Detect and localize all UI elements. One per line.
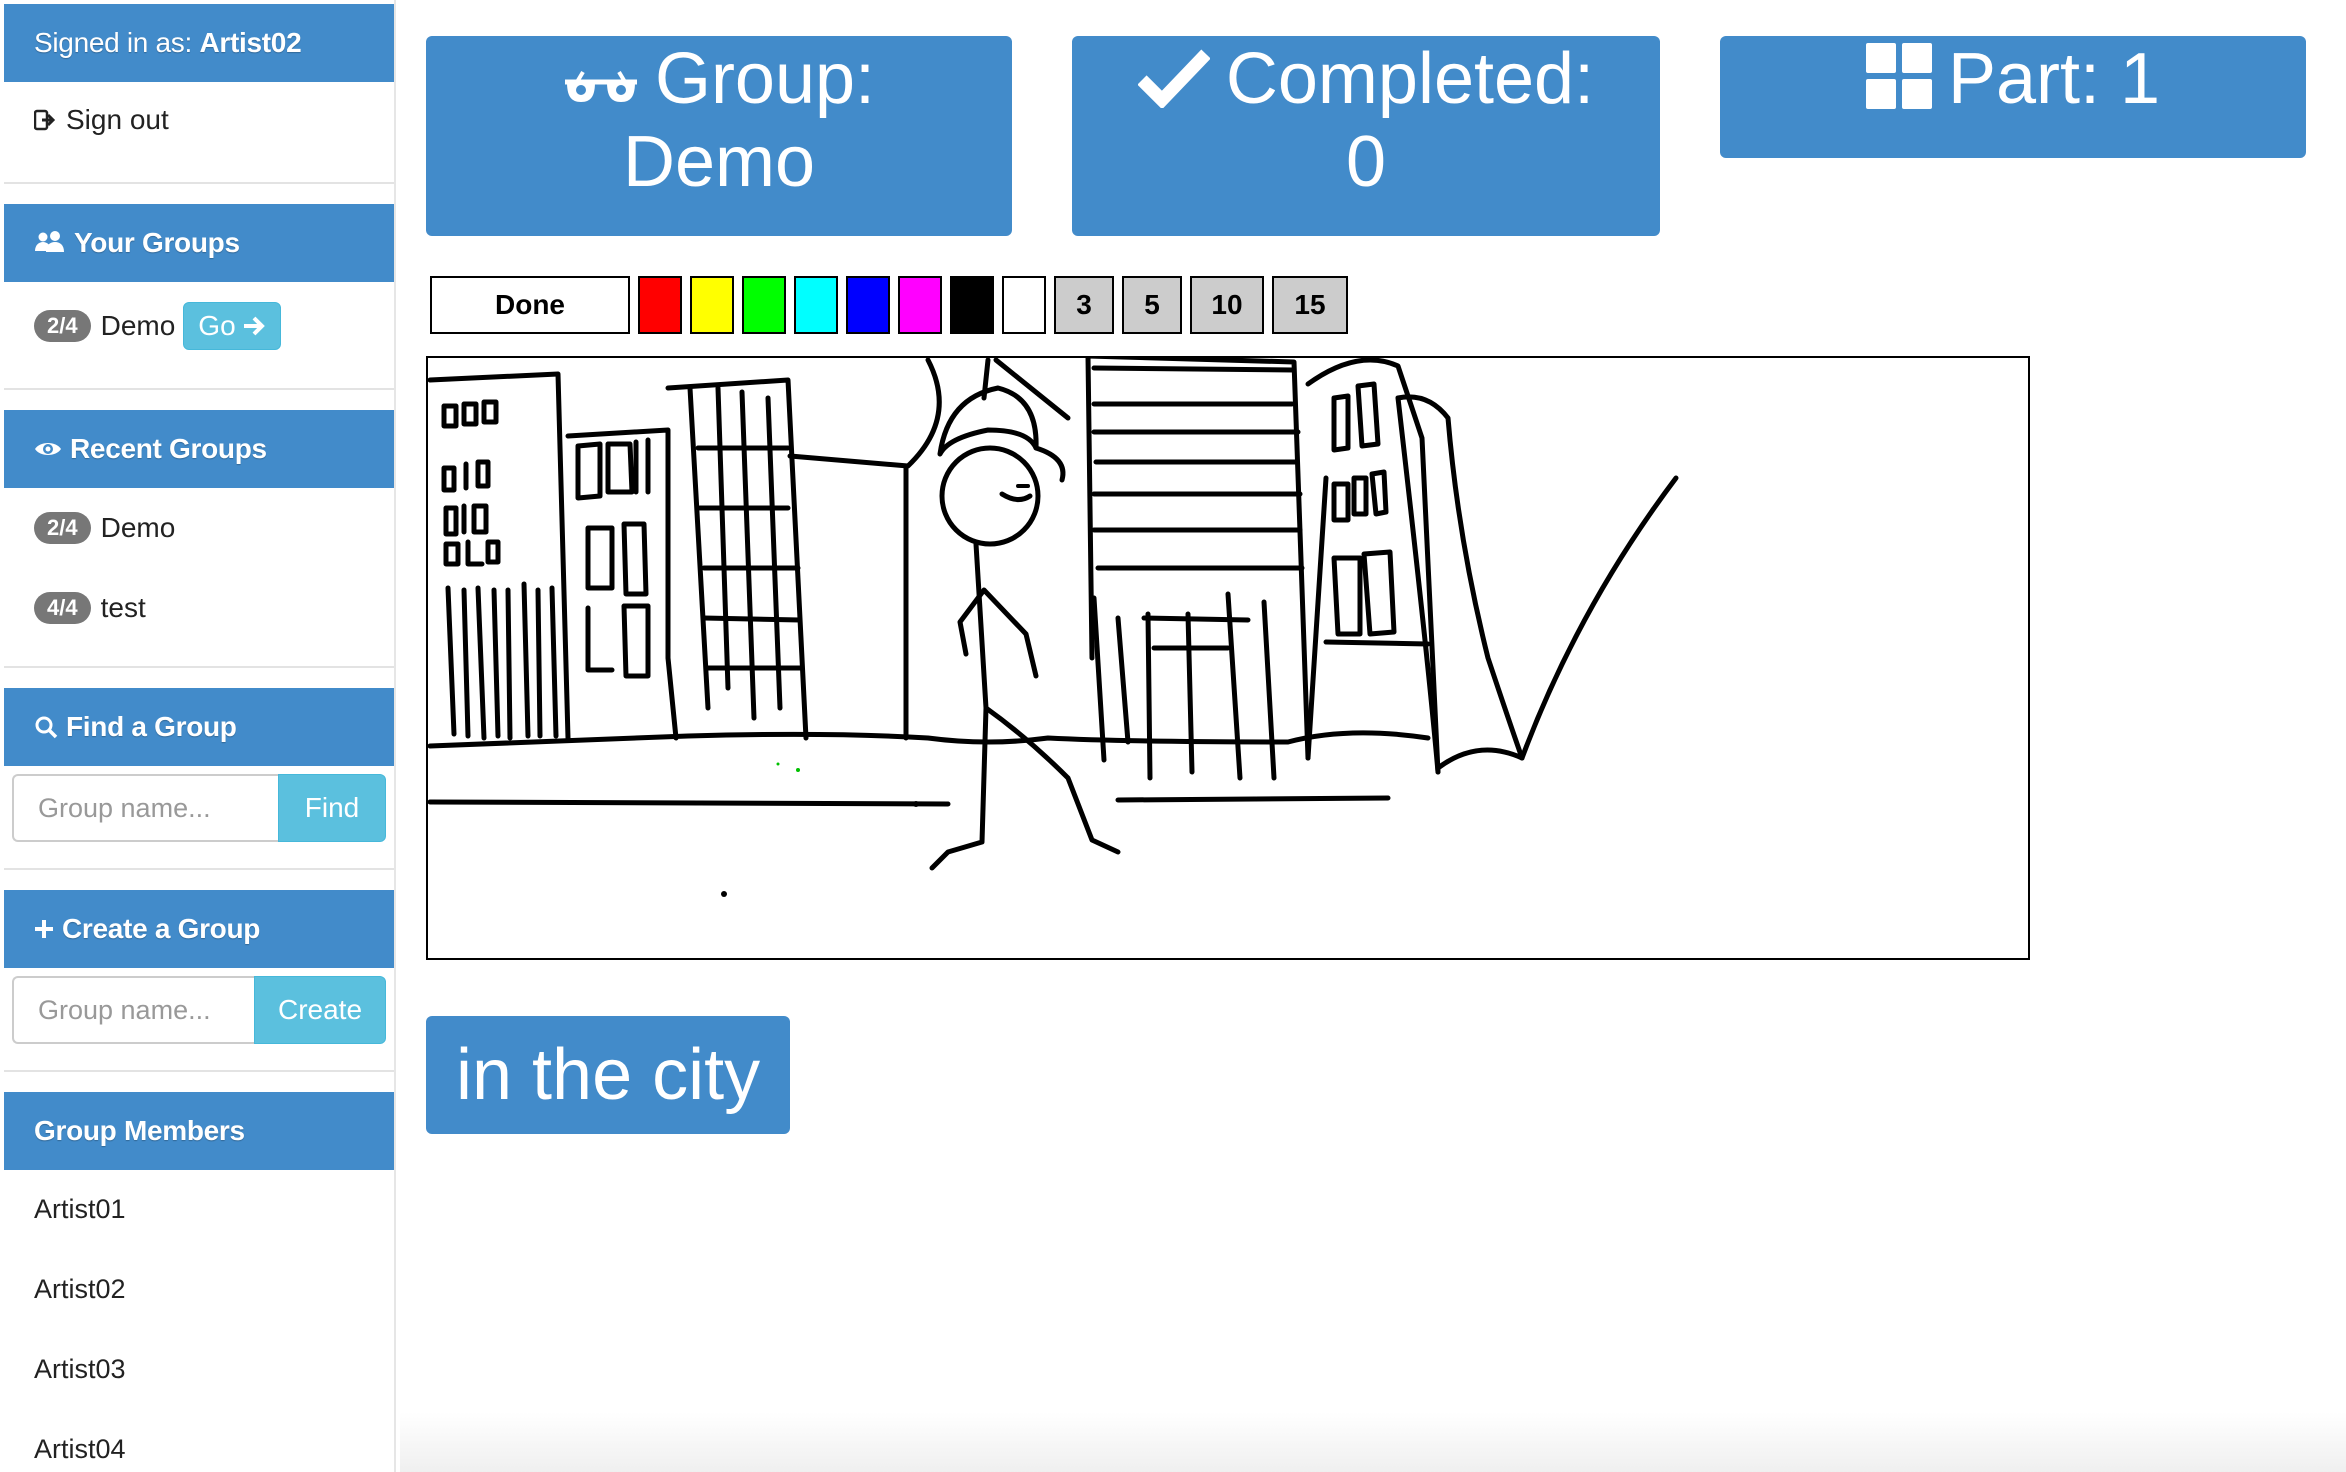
eye-icon bbox=[34, 439, 62, 459]
group-count-badge: 2/4 bbox=[34, 310, 91, 342]
color-swatch[interactable] bbox=[690, 276, 734, 334]
member-item: Artist01 bbox=[34, 1194, 126, 1224]
group-count-badge: 2/4 bbox=[34, 512, 91, 544]
completed-value: 0 bbox=[1345, 121, 1387, 202]
color-swatch[interactable] bbox=[742, 276, 786, 334]
brush-size-15-button[interactable]: 15 bbox=[1272, 276, 1348, 334]
signed-in-header: Signed in as: Artist02 bbox=[4, 4, 394, 82]
sign-out-link[interactable]: Sign out bbox=[34, 104, 169, 136]
part-label: Part: 1 bbox=[1947, 39, 2161, 119]
go-button[interactable]: Go bbox=[183, 302, 281, 350]
username: Artist02 bbox=[199, 27, 302, 58]
your-group-item: 2/4 Demo Go bbox=[34, 302, 281, 350]
done-label: Done bbox=[495, 289, 565, 320]
plus-icon bbox=[34, 919, 54, 939]
city-sketch bbox=[428, 358, 1679, 897]
your-groups-header: Your Groups bbox=[4, 204, 394, 282]
find-group-header: Find a Group bbox=[4, 688, 394, 766]
group-name: Demo bbox=[100, 512, 176, 543]
group-name: test bbox=[100, 592, 146, 623]
create-button-label: Create bbox=[277, 994, 363, 1025]
glasses-icon bbox=[563, 45, 639, 123]
recent-group-item[interactable]: 4/4 test bbox=[34, 592, 146, 624]
group-members-header: Group Members bbox=[4, 1092, 394, 1170]
go-label: Go bbox=[198, 310, 236, 341]
brush-size-3-button[interactable]: 3 bbox=[1054, 276, 1114, 334]
recent-groups-title: Recent Groups bbox=[70, 433, 267, 464]
brush-size-label: 10 bbox=[1211, 289, 1243, 320]
divider bbox=[4, 388, 394, 390]
group-stat-button[interactable]: Group: Demo bbox=[426, 36, 1012, 236]
grid-icon bbox=[1865, 43, 1932, 124]
recent-group-item[interactable]: 2/4 Demo bbox=[34, 512, 175, 544]
color-swatch[interactable] bbox=[846, 276, 890, 334]
find-group-placeholder: Group name... bbox=[38, 792, 211, 823]
drawing-prompt: in the city bbox=[426, 1016, 791, 1134]
group-name: Demo bbox=[100, 310, 176, 341]
find-group-form: Group name... Find bbox=[12, 774, 386, 842]
search-icon bbox=[34, 715, 58, 739]
find-group-input[interactable]: Group name... bbox=[12, 774, 278, 842]
group-count-badge: 4/4 bbox=[34, 592, 91, 624]
member-item: Artist03 bbox=[34, 1354, 126, 1384]
sign-out-icon bbox=[34, 109, 58, 131]
drawing-canvas[interactable] bbox=[426, 356, 2030, 960]
divider bbox=[4, 1070, 394, 1072]
create-group-form: Group name... Create bbox=[12, 976, 386, 1044]
create-group-input[interactable]: Group name... bbox=[12, 976, 254, 1044]
color-swatch[interactable] bbox=[794, 276, 838, 334]
sidebar: Signed in as: Artist02 Sign out Your Gro… bbox=[0, 0, 396, 1472]
sign-out-label: Sign out bbox=[66, 104, 169, 135]
brush-size-label: 5 bbox=[1144, 289, 1160, 320]
divider bbox=[4, 868, 394, 870]
brush-size-label: 15 bbox=[1294, 289, 1326, 320]
prompt-text: in the city bbox=[456, 1035, 761, 1115]
users-icon bbox=[34, 231, 66, 255]
group-members-title: Group Members bbox=[34, 1115, 245, 1146]
color-swatch[interactable] bbox=[898, 276, 942, 334]
divider bbox=[4, 182, 394, 184]
create-button[interactable]: Create bbox=[254, 976, 386, 1044]
done-button[interactable]: Done bbox=[430, 276, 630, 334]
member-item: Artist02 bbox=[34, 1274, 126, 1304]
signed-in-label: Signed in as: bbox=[34, 27, 192, 58]
find-group-title: Find a Group bbox=[66, 711, 237, 742]
brush-size-5-button[interactable]: 5 bbox=[1122, 276, 1182, 334]
group-value: Demo bbox=[622, 121, 816, 202]
member-item: Artist04 bbox=[34, 1434, 126, 1464]
part-stat-button[interactable]: Part: 1 bbox=[1720, 36, 2306, 158]
bottom-shadow bbox=[400, 1412, 2346, 1472]
create-group-placeholder: Group name... bbox=[38, 994, 211, 1025]
find-button-label: Find bbox=[304, 792, 360, 823]
color-swatch[interactable] bbox=[638, 276, 682, 334]
completed-label: Completed: bbox=[1225, 39, 1595, 119]
create-group-header: Create a Group bbox=[4, 890, 394, 968]
color-swatch[interactable] bbox=[950, 276, 994, 334]
create-group-title: Create a Group bbox=[62, 913, 261, 944]
your-groups-title: Your Groups bbox=[74, 227, 240, 258]
brush-size-label: 3 bbox=[1076, 289, 1092, 320]
divider bbox=[4, 666, 394, 668]
recent-groups-header: Recent Groups bbox=[4, 410, 394, 488]
find-button[interactable]: Find bbox=[278, 774, 386, 842]
arrow-right-icon bbox=[242, 315, 266, 337]
completed-stat-button[interactable]: Completed: 0 bbox=[1072, 36, 1660, 236]
brush-size-10-button[interactable]: 10 bbox=[1190, 276, 1264, 334]
color-swatch[interactable] bbox=[1002, 276, 1046, 334]
check-icon bbox=[1137, 45, 1211, 123]
group-label: Group: bbox=[654, 39, 876, 119]
